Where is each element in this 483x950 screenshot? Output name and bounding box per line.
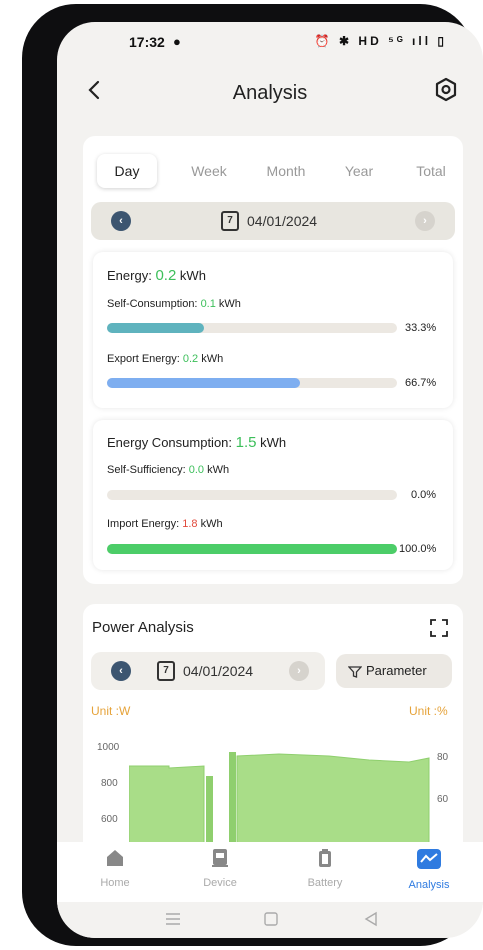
filter-icon xyxy=(347,654,363,688)
power-area xyxy=(129,753,430,848)
power-selected-date[interactable]: 04/01/2024 xyxy=(183,663,253,679)
self-consumption-value: 0.1 xyxy=(200,298,216,310)
import-label: Import Energy: xyxy=(107,518,180,530)
y-left-tick: 1000 xyxy=(97,742,120,753)
self-consumption-bar xyxy=(107,323,397,333)
screen: 17:32 ● ⏰ ✱ HD ⁵ᴳ ıll ▯ Analysis Day Wee… xyxy=(57,22,483,938)
unit-right: Unit :% xyxy=(409,704,448,718)
self-sufficiency-label: Self-Sufficiency: xyxy=(107,464,186,476)
settings-icon[interactable] xyxy=(433,76,459,104)
energy-unit: kWh xyxy=(179,268,206,283)
y-right-tick: 80 xyxy=(437,752,449,763)
consumption-label: Energy Consumption: xyxy=(107,435,233,450)
tab-week[interactable]: Week xyxy=(179,154,239,188)
energy-summary: Energy: 0.2 kWh Self-Consumption: 0.1 kW… xyxy=(93,252,453,408)
analysis-icon xyxy=(417,849,441,869)
status-time: 17:32 xyxy=(129,34,165,50)
battery-icon xyxy=(319,849,331,867)
phone-frame: 17:32 ● ⏰ ✱ HD ⁵ᴳ ıll ▯ Analysis Day Wee… xyxy=(22,4,483,946)
menu-icon[interactable] xyxy=(165,912,181,926)
nav-device-label: Device xyxy=(203,877,237,889)
nav-battery-label: Battery xyxy=(307,877,343,889)
export-row: Export Energy: 0.2 kWh xyxy=(107,353,223,365)
home-icon xyxy=(107,850,123,866)
import-bar-fill xyxy=(107,544,397,554)
import-value: 1.8 xyxy=(182,518,198,530)
power-analysis-title: Power Analysis xyxy=(92,619,194,636)
home-square-icon[interactable] xyxy=(263,911,279,927)
self-consumption-pct: 33.3% xyxy=(405,322,437,334)
self-sufficiency-bar xyxy=(107,490,397,500)
self-consumption-unit: kWh xyxy=(218,298,241,310)
consumption-row: Energy Consumption: 1.5 kWh xyxy=(107,434,286,451)
device-icon xyxy=(212,849,228,867)
export-bar-fill xyxy=(107,378,301,388)
import-row: Import Energy: 1.8 kWh xyxy=(107,518,223,530)
import-bar xyxy=(107,544,397,554)
self-sufficiency-unit: kWh xyxy=(207,464,230,476)
nav-analysis-label: Analysis xyxy=(408,879,450,891)
chat-notification-icon: ● xyxy=(173,34,181,49)
status-bar: 17:32 ● ⏰ ✱ HD ⁵ᴳ ıll ▯ xyxy=(57,22,483,62)
power-spike xyxy=(229,752,236,848)
power-prev-date-button[interactable]: ‹ xyxy=(111,661,131,681)
parameter-button[interactable]: Parameter xyxy=(336,654,452,688)
tab-year[interactable]: Year xyxy=(329,154,389,188)
energy-value: 0.2 xyxy=(155,267,177,284)
prev-date-button[interactable]: ‹ xyxy=(111,211,131,231)
self-sufficiency-pct: 0.0% xyxy=(411,489,437,501)
power-calendar-icon[interactable]: 7 xyxy=(157,661,175,681)
consumption-unit: kWh xyxy=(260,435,287,450)
energy-row: Energy: 0.2 kWh xyxy=(107,267,206,284)
power-date-selector: ‹ 7 04/01/2024 › xyxy=(91,652,325,690)
nav-home[interactable]: Home xyxy=(75,848,155,889)
page-title: Analysis xyxy=(232,82,308,104)
tab-day[interactable]: Day xyxy=(97,154,157,188)
y-right-tick: 60 xyxy=(437,794,449,805)
self-sufficiency-value: 0.0 xyxy=(188,464,205,476)
header: Analysis xyxy=(57,66,483,116)
export-value: 0.2 xyxy=(182,353,199,365)
y-left-tick: 800 xyxy=(101,778,118,789)
consumption-value: 1.5 xyxy=(235,434,257,451)
power-next-date-button[interactable]: › xyxy=(289,661,309,681)
nav-analysis[interactable]: Analysis xyxy=(389,848,469,891)
import-pct: 100.0% xyxy=(399,543,437,555)
y-left-tick: 600 xyxy=(101,814,118,825)
export-label: Export Energy: xyxy=(107,353,180,365)
tab-month[interactable]: Month xyxy=(251,154,321,188)
fullscreen-icon[interactable] xyxy=(429,618,449,638)
tab-total[interactable]: Total xyxy=(401,154,461,188)
self-consumption-row: Self-Consumption: 0.1 kWh xyxy=(107,298,241,310)
export-bar xyxy=(107,378,397,388)
calendar-icon[interactable]: 7 xyxy=(221,211,239,231)
export-unit: kWh xyxy=(201,353,224,365)
status-icons: ⏰ ✱ HD ⁵ᴳ ıll ▯ xyxy=(314,34,447,48)
next-date-button[interactable]: › xyxy=(415,211,435,231)
import-unit: kWh xyxy=(200,518,223,530)
nav-battery[interactable]: Battery xyxy=(285,848,365,889)
self-consumption-label: Self-Consumption: xyxy=(107,298,198,310)
back-triangle-icon[interactable] xyxy=(363,911,379,927)
date-selector: ‹ 7 04/01/2024 › xyxy=(91,202,455,240)
energy-card: Day Week Month Year Total ‹ 7 04/01/2024… xyxy=(83,136,463,584)
selected-date[interactable]: 04/01/2024 xyxy=(247,213,317,229)
energy-label: Energy: xyxy=(107,268,152,283)
system-nav-bar xyxy=(57,902,483,938)
self-sufficiency-row: Self-Sufficiency: 0.0 kWh xyxy=(107,464,229,476)
consumption-summary: Energy Consumption: 1.5 kWh Self-Suffici… xyxy=(93,420,453,570)
bottom-nav: Home Device Battery Analysis xyxy=(57,842,483,902)
self-consumption-bar-fill xyxy=(107,323,204,333)
power-chart xyxy=(129,752,430,848)
power-analysis-card: Power Analysis ‹ 7 04/01/2024 › Paramete… xyxy=(83,604,463,864)
nav-home-label: Home xyxy=(100,877,130,889)
power-spike xyxy=(206,776,213,848)
unit-left: Unit :W xyxy=(91,704,131,718)
period-tabs: Day Week Month Year Total xyxy=(97,148,446,188)
nav-device[interactable]: Device xyxy=(180,848,260,889)
parameter-label: Parameter xyxy=(366,663,427,678)
export-pct: 66.7% xyxy=(405,377,437,389)
